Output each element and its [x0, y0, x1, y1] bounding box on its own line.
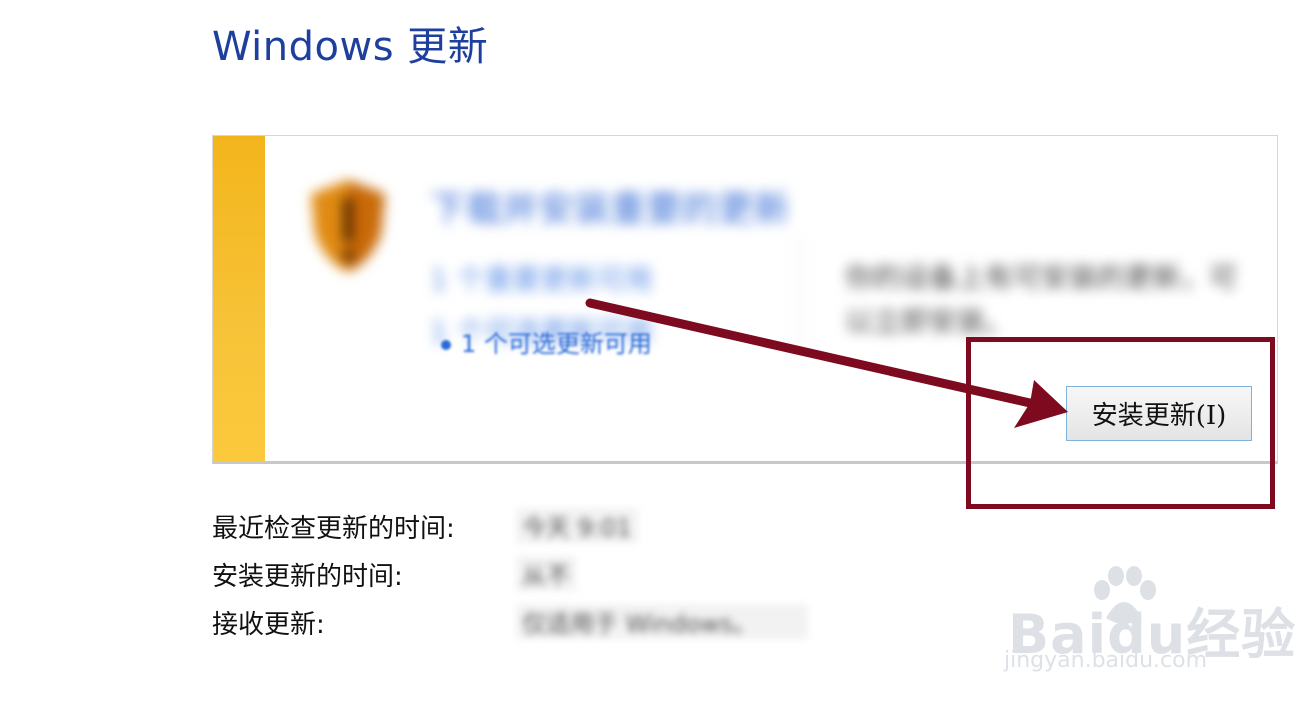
page-title: Windows 更新 [212, 24, 489, 70]
update-headline: 下载并安装重要的更新 [430, 189, 791, 230]
important-updates-link[interactable]: 1 个重要更新可用 [430, 258, 653, 298]
bullet-icon [441, 340, 451, 350]
watermark-url: jingyan.baidu.com [1004, 648, 1208, 673]
annotation-highlight-box [966, 337, 1275, 509]
installed-value: 从不 [516, 556, 576, 591]
shield-warning-icon [311, 180, 385, 272]
windows-update-page: Windows 更新 下载并安装重要的更新 1 个重要更新可用 1 个可选更新可… [0, 0, 1311, 706]
receive-updates-label: 接收更新: [212, 610, 325, 640]
last-check-label: 最近检查更新的时间: [212, 514, 455, 544]
panel-divider [799, 236, 800, 366]
receive-updates-value: 仅适用于 Windows。 [516, 604, 808, 639]
blurred-update-summary: 下载并安装重要的更新 1 个重要更新可用 1 个可选更新可用 你的设备上有可安装… [205, 136, 1280, 366]
optional-updates-label: 1 个可选更新可用 [461, 330, 652, 358]
installed-label: 安装更新的时间: [212, 562, 403, 592]
optional-updates-link[interactable]: 1 个可选更新可用 [441, 324, 652, 359]
update-description: 你的设备上有可安装的更新，可以立即安装。 [845, 261, 1238, 338]
baidu-watermark: Baidu经验 jingyan.baidu.com [1000, 566, 1300, 690]
last-check-value: 今天 9:01 [516, 508, 638, 543]
